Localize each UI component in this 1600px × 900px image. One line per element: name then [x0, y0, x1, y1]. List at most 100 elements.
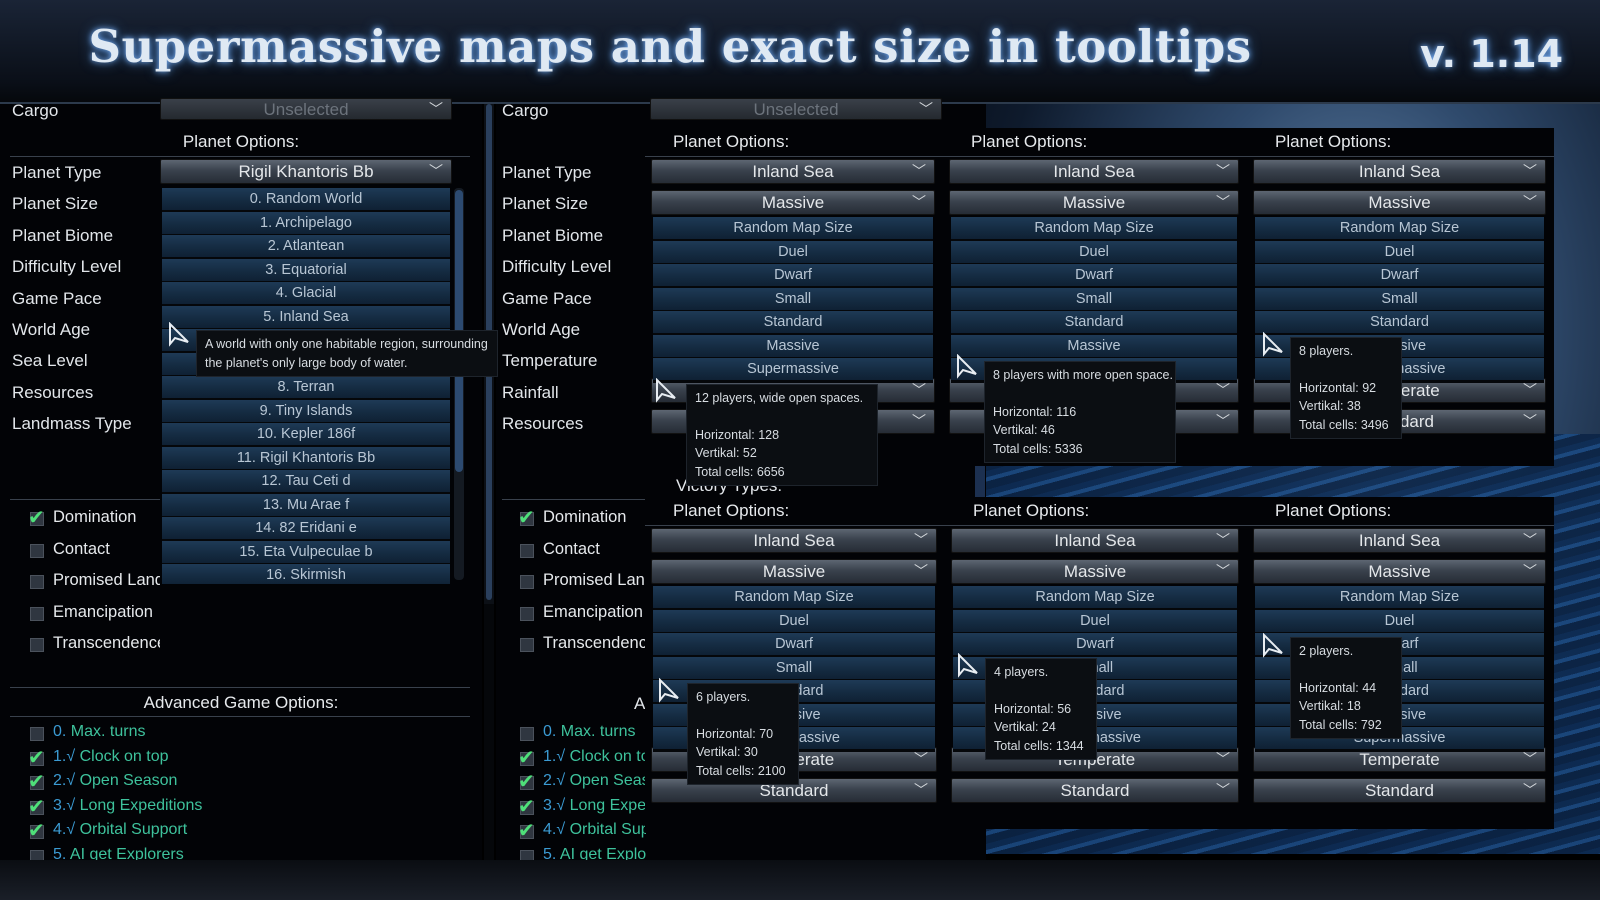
chevron-down-icon: ﹀: [914, 563, 928, 579]
tooltip-title: 8 players with more open space.: [993, 368, 1173, 382]
planet-list-scrollbar[interactable]: [454, 188, 464, 580]
checkbox[interactable]: [30, 638, 44, 652]
planet-list-item[interactable]: 8. Terran: [162, 376, 450, 398]
planet-size-item[interactable]: Random Map Size: [1255, 217, 1544, 239]
option-text: Long Expeditions: [79, 796, 203, 814]
checkbox[interactable]: [520, 849, 534, 860]
planet-size-item[interactable]: Duel: [653, 609, 935, 632]
planet-type-dropdown[interactable]: Inland Sea ﹀: [951, 528, 1239, 553]
planet-list-item[interactable]: 4. Glacial: [162, 282, 450, 304]
option-label: World Age: [502, 320, 581, 339]
planet-type-list[interactable]: 0. Random World 1. Archipelago 2. Atlantea…: [162, 188, 450, 584]
planet-size-item[interactable]: Duel: [951, 240, 1237, 263]
planet-size-item[interactable]: Dwarf: [653, 264, 933, 286]
planet-type-dropdown[interactable]: Inland Sea ﹀: [651, 159, 935, 184]
rainfall-dropdown[interactable]: Standard ﹀: [1253, 778, 1546, 803]
planet-size-dropdown[interactable]: Massive ﹀: [1253, 190, 1546, 215]
planet-list-item[interactable]: 15. Eta Vulpeculae b: [162, 540, 450, 563]
rainfall-dropdown[interactable]: Standard ﹀: [951, 778, 1239, 803]
planet-size-item[interactable]: Duel: [953, 609, 1237, 632]
checkmark-icon: ✔: [518, 505, 535, 529]
divider: [1247, 156, 1554, 157]
planet-size-item[interactable]: Massive: [653, 334, 933, 357]
planet-size-item[interactable]: Duel: [1255, 609, 1544, 632]
tooltip-horizontal: Horizontal: 92: [1299, 380, 1377, 395]
planet-size-item[interactable]: Small: [951, 287, 1237, 310]
planet-size-list[interactable]: Random Map SizeDuelDwarfSmallStandardMas…: [653, 217, 933, 383]
tooltip-total-cells: Total cells: 2100: [696, 763, 786, 778]
planet-size-item[interactable]: Supermassive: [653, 358, 933, 380]
planet-size-item[interactable]: Random Map Size: [653, 217, 933, 239]
divider: [10, 499, 160, 500]
cargo-dropdown[interactable]: Unselected ﹀: [650, 98, 942, 120]
cargo-dropdown[interactable]: Unselected ﹀: [160, 98, 452, 120]
checkbox[interactable]: [30, 727, 44, 741]
checkbox[interactable]: [30, 849, 44, 860]
option-text: Orbital Support: [79, 821, 188, 838]
planet-list-item[interactable]: 12. Tau Ceti d: [162, 470, 450, 492]
planet-size-item[interactable]: Dwarf: [953, 633, 1237, 655]
checkbox[interactable]: [520, 638, 534, 652]
checkbox[interactable]: [520, 575, 534, 589]
tooltip-vertical: Vertikal: 18: [1299, 699, 1361, 713]
option-label: Difficulty Level: [502, 257, 612, 277]
divider: [645, 156, 943, 157]
victory-types-list: ✔ Domination Contact Promised Land Emancipat…: [496, 504, 646, 684]
planet-type-dropdown[interactable]: Inland Sea ﹀: [1253, 159, 1546, 184]
planet-size-item[interactable]: Standard: [653, 311, 933, 333]
planet-size-item[interactable]: Standard: [951, 311, 1237, 333]
cargo-label: Cargo: [502, 101, 549, 120]
checkmark-icon: ✔: [518, 818, 535, 842]
victory-option-label: Emancipation: [53, 602, 153, 621]
planet-size-item[interactable]: Random Map Size: [953, 586, 1237, 608]
planet-type-dropdown[interactable]: Inland Sea ﹀: [651, 528, 937, 553]
planet-size-dropdown[interactable]: Massive ﹀: [949, 190, 1239, 215]
option-number: 5.: [543, 845, 557, 861]
checkbox[interactable]: [520, 606, 534, 621]
option-text: AI get Explorers: [559, 845, 646, 861]
checkbox[interactable]: [30, 575, 44, 589]
planet-size-item[interactable]: Random Map Size: [653, 586, 935, 608]
planet-options-header: Planet Options:: [1275, 501, 1392, 520]
option-number: 0.: [53, 723, 67, 740]
planet-list-item[interactable]: 9. Tiny Islands: [162, 399, 450, 422]
planet-size-list[interactable]: Random Map SizeDuelDwarfSmallStandardMas…: [951, 217, 1237, 383]
planet-list-item[interactable]: 14. 82 Eridani e: [162, 517, 450, 539]
planet-type-dropdown[interactable]: Rigil Khantoris Bb ﹀: [160, 159, 452, 184]
checkbox[interactable]: [520, 727, 534, 741]
planet-size-dropdown[interactable]: Massive ﹀: [651, 559, 937, 584]
planet-size-item[interactable]: Duel: [653, 240, 933, 263]
checkbox[interactable]: [520, 543, 534, 558]
planet-list-item[interactable]: 3. Equatorial: [162, 258, 450, 281]
planet-type-dropdown[interactable]: Inland Sea ﹀: [1253, 528, 1546, 553]
planet-size-item[interactable]: Small: [653, 656, 935, 679]
victory-option-label: Transcendence: [53, 634, 160, 652]
planet-list-item[interactable]: 13. Mu Arae f: [162, 493, 450, 516]
planet-size-dropdown[interactable]: Massive ﹀: [651, 190, 935, 215]
planet-size-item[interactable]: Small: [1255, 287, 1544, 310]
planet-size-item[interactable]: Random Map Size: [1255, 586, 1544, 608]
planet-size-item[interactable]: Dwarf: [951, 264, 1237, 286]
planet-size-item[interactable]: Massive: [951, 334, 1237, 357]
checkbox[interactable]: [30, 543, 44, 558]
option-label: Planet Size: [502, 194, 588, 214]
planet-list-item[interactable]: 11. Rigil Khantoris Bb: [162, 446, 450, 469]
planet-size-item[interactable]: Small: [653, 287, 933, 310]
planet-size-item[interactable]: Dwarf: [653, 633, 935, 655]
planet-list-item[interactable]: 2. Atlantean: [162, 235, 450, 257]
advanced-option: 2.√ Open Season: [543, 772, 646, 790]
planet-list-item[interactable]: 1. Archipelago: [162, 211, 450, 234]
planet-size-dropdown[interactable]: Massive ﹀: [1253, 559, 1546, 584]
planet-size-item[interactable]: Duel: [1255, 240, 1544, 263]
planet-list-item[interactable]: 5. Inland Sea: [162, 305, 450, 328]
checkmark-icon: ✔: [28, 769, 45, 793]
planet-type-dropdown[interactable]: Inland Sea ﹀: [949, 159, 1239, 184]
planet-size-item[interactable]: Standard: [1255, 311, 1544, 333]
planet-size-dropdown[interactable]: Massive ﹀: [951, 559, 1239, 584]
planet-size-item[interactable]: Random Map Size: [951, 217, 1237, 239]
planet-list-item[interactable]: 0. Random World: [162, 188, 450, 210]
checkbox[interactable]: [30, 606, 44, 621]
planet-list-item[interactable]: 10. Kepler 186f: [162, 423, 450, 445]
planet-list-item[interactable]: 16. Skirmish: [162, 564, 450, 584]
planet-size-item[interactable]: Dwarf: [1255, 264, 1544, 286]
